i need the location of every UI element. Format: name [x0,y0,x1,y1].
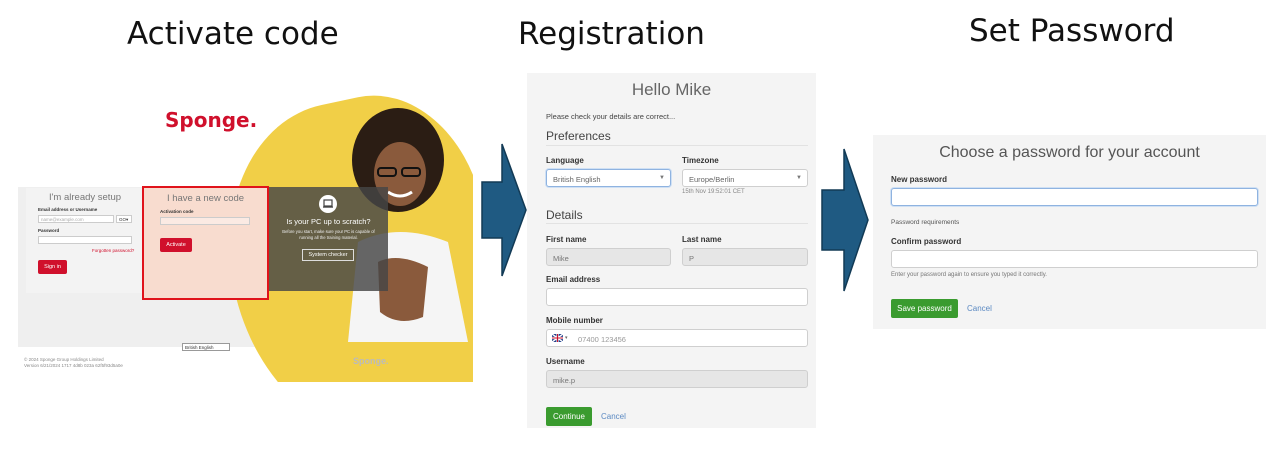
mobile-field[interactable]: ▾ 07400 123456 [546,329,808,347]
username-label: Username [546,357,585,366]
details-heading: Details [546,208,583,222]
email-field[interactable] [546,288,808,306]
domain-select-value: GO▾ [119,217,129,222]
footer-language-value: British English [185,345,214,350]
system-check-card: Is your PC up to scratch? Before you sta… [269,187,388,291]
preferences-divider [546,145,808,146]
last-name-value: P [689,254,695,263]
activate-button[interactable]: Activate [160,238,192,252]
chevron-down-icon: ▼ [796,175,802,181]
language-select-value: British English [553,175,601,184]
sponge-logo: Sponge. [165,108,258,132]
timezone-select-value: Europe/Berlin [689,175,735,184]
save-password-button[interactable]: Save password [891,299,958,318]
registration-intro: Please check your details are correct... [546,112,676,121]
step-title-set-password: Set Password [969,13,1175,49]
scratch-body: Before you start, make sure your PC is c… [282,229,375,240]
timezone-select[interactable]: Europe/Berlin ▼ [682,169,808,187]
step-title-registration: Registration [518,16,705,52]
arrow-right-icon [821,148,869,292]
cancel-link[interactable]: Cancel [601,412,626,421]
confirm-password-label: Confirm password [891,237,962,246]
password-requirements-link[interactable]: Password requirements [891,219,959,226]
activation-code-label: Activation code [160,209,194,214]
activation-code-input[interactable] [160,217,250,225]
confirm-password-input[interactable] [891,250,1258,268]
new-password-input[interactable] [891,188,1258,206]
password-title: Choose a password for your account [939,144,1200,161]
password-label: Password [38,228,60,233]
laptop-icon [319,195,337,213]
registration-greeting: Hello Mike [631,80,712,99]
footer-copyright: © 2024 Sponge Group Holdings Limited [24,357,104,362]
sign-in-button[interactable]: Sign in [38,260,67,274]
last-name-field[interactable]: P [682,248,808,266]
already-setup-card: I'm already setup Email address or Usern… [26,188,144,293]
username-field[interactable]: mike.p [546,370,808,388]
first-name-field[interactable]: Mike [546,248,671,266]
mobile-value: 07400 123456 [578,335,626,344]
preferences-heading: Preferences [546,129,611,143]
footer-language-select[interactable]: British English [182,343,230,351]
email-placeholder: name@example.com [41,217,84,222]
email-label: Email address [546,275,601,284]
cancel-link[interactable]: Cancel [967,304,992,313]
language-label: Language [546,156,584,165]
arrow-right-icon [481,143,527,277]
first-name-label: First name [546,235,587,244]
details-divider [546,223,808,224]
email-input[interactable]: name@example.com [38,215,114,223]
forgot-password-link[interactable]: Forgotten password? [92,248,134,253]
last-name-label: Last name [682,235,722,244]
first-name-value: Mike [553,254,569,263]
language-select[interactable]: British English ▼ [546,169,671,187]
scratch-title: Is your PC up to scratch? [286,217,371,226]
mobile-label: Mobile number [546,316,603,325]
activate-code-screenshot: Sponge. I'm already setup Email address … [18,92,473,382]
continue-button[interactable]: Continue [546,407,592,426]
step-title-activate: Activate code [127,16,339,52]
uk-flag-icon[interactable] [551,333,564,343]
confirm-password-hint: Enter your password again to ensure you … [891,272,1047,278]
already-setup-title: I'm already setup [48,192,122,203]
domain-select[interactable]: GO▾ [116,215,132,223]
new-code-title: I have a new code [166,193,245,204]
registration-screenshot: Hello Mike Please check your details are… [527,73,816,428]
footer-logo: Sponge. [353,356,389,366]
new-password-label: New password [891,175,948,184]
timezone-current-time: 15th Nov 19:52:01 CET [682,189,745,195]
password-input[interactable] [38,236,132,244]
set-password-screenshot: Choose a password for your account New p… [873,135,1266,329]
chevron-down-icon: ▼ [659,175,665,181]
chevron-down-icon: ▾ [565,335,568,341]
new-code-card: I have a new code Activation code Activa… [142,186,269,300]
timezone-label: Timezone [682,156,719,165]
email-label: Email address or Username [38,207,98,212]
system-checker-button[interactable]: System checker [302,249,354,261]
footer-version: Version 6/21/2024 1717 4d8b 023a 62f5f93… [24,363,123,368]
username-value: mike.p [553,376,576,385]
